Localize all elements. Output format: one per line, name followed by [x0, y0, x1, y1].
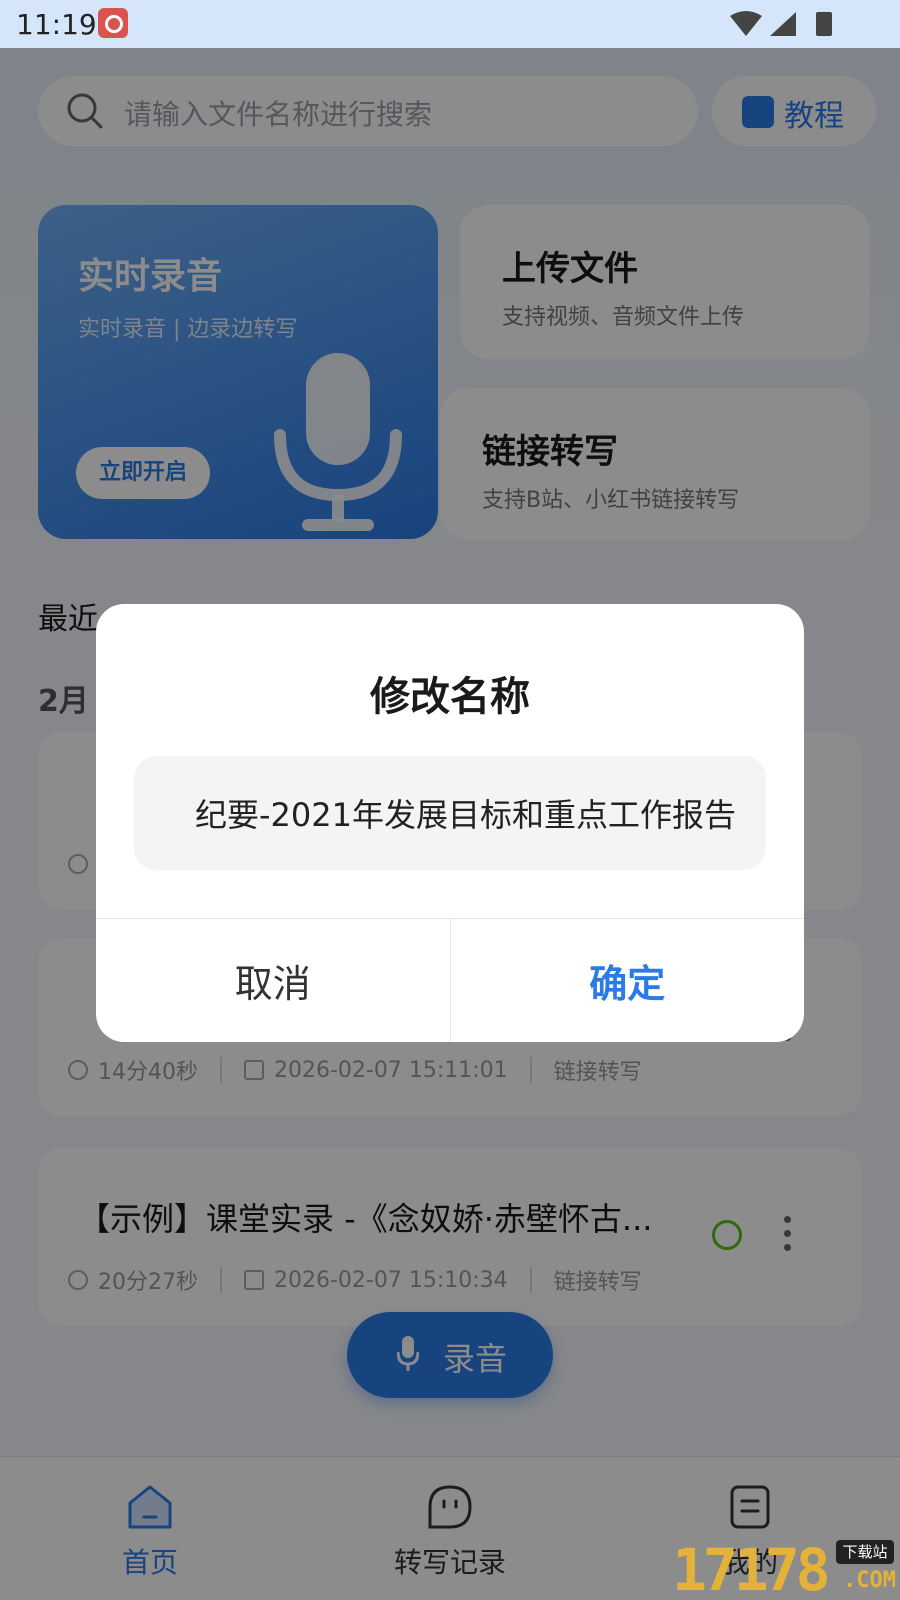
status-time: 11:19	[16, 8, 97, 41]
rename-dialog: 修改名称 取消 确定	[96, 604, 804, 1042]
rename-input[interactable]	[134, 756, 766, 870]
signal-icon	[770, 12, 796, 36]
battery-icon	[816, 12, 832, 36]
watermark-number: 17178	[672, 1536, 831, 1600]
dialog-title: 修改名称	[370, 674, 530, 720]
confirm-button[interactable]: 确定	[451, 919, 805, 1042]
status-bar: 11:19	[0, 0, 900, 48]
watermark-badge: 下载站	[836, 1540, 894, 1564]
wifi-icon	[730, 11, 762, 36]
app-notification-icon	[98, 8, 128, 38]
watermark-suffix: .COM	[843, 1568, 896, 1593]
dialog-actions: 取消 确定	[96, 918, 804, 1042]
site-watermark-logo: 17178 下载站 .COM	[672, 1536, 900, 1600]
status-icons	[730, 11, 832, 36]
cancel-button[interactable]: 取消	[96, 919, 451, 1042]
